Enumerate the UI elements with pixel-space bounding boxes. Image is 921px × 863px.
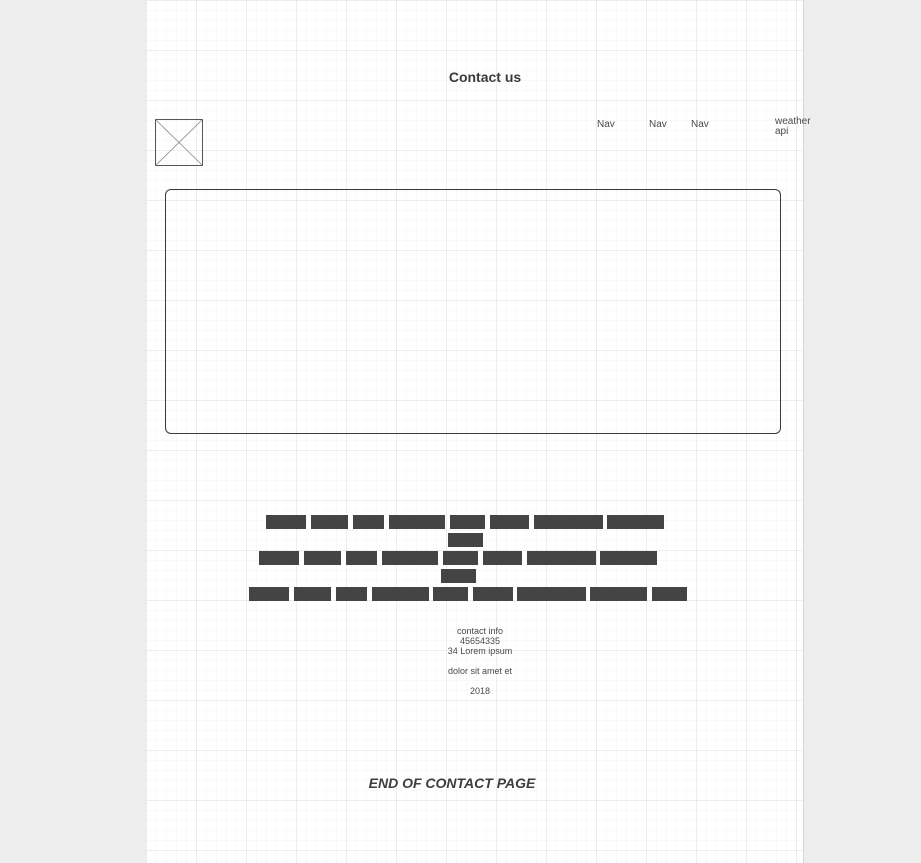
text-line-1 — [146, 515, 804, 529]
text-block — [527, 551, 596, 565]
text-line-5 — [146, 587, 804, 601]
text-block — [382, 551, 438, 565]
nav-link-3[interactable]: Nav — [691, 119, 709, 130]
text-block — [353, 515, 384, 529]
text-block — [450, 515, 485, 529]
contact-phone: 45654335 — [459, 636, 501, 646]
text-block — [652, 587, 687, 601]
text-block — [249, 587, 289, 601]
text-block — [304, 551, 341, 565]
weather-api-widget: weather api — [775, 116, 811, 137]
text-block — [448, 533, 483, 547]
logo-image-placeholder-icon — [155, 119, 203, 166]
text-block — [311, 515, 348, 529]
contact-address-line-2: dolor sit amet et — [447, 666, 513, 676]
text-block — [473, 587, 513, 601]
text-block — [600, 551, 657, 565]
page-title: Contact us — [448, 69, 522, 85]
hero-content-box — [165, 189, 781, 434]
text-line-2 — [146, 533, 804, 547]
text-block — [483, 551, 522, 565]
contact-address: 34 Lorem ipsum — [447, 646, 513, 656]
end-of-page-label: END OF CONTACT PAGE — [368, 775, 536, 791]
text-block — [441, 569, 476, 583]
text-block — [590, 587, 647, 601]
text-block — [346, 551, 377, 565]
text-block — [607, 515, 664, 529]
text-block — [534, 515, 603, 529]
copyright-year: 2018 — [469, 686, 491, 696]
text-block — [372, 587, 429, 601]
text-block — [389, 515, 445, 529]
nav-link-2[interactable]: Nav — [649, 119, 667, 130]
text-block — [294, 587, 331, 601]
text-block — [266, 515, 306, 529]
wireframe-canvas: Contact us Nav Nav Nav weather api conta… — [146, 0, 811, 863]
text-line-3 — [146, 551, 804, 565]
text-block — [517, 587, 586, 601]
nav-link-1[interactable]: Nav — [597, 119, 615, 130]
text-block — [443, 551, 478, 565]
text-block — [490, 515, 529, 529]
text-line-4 — [146, 569, 804, 583]
text-block — [433, 587, 468, 601]
text-block — [336, 587, 367, 601]
text-block — [259, 551, 299, 565]
contact-info-heading: contact info — [456, 626, 504, 636]
